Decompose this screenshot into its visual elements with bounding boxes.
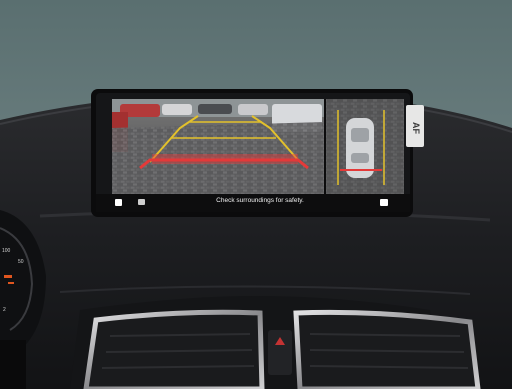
safety-warning-text: Check surroundings for safety.	[216, 197, 304, 204]
watermark: AF	[411, 122, 421, 134]
home-icon-shape	[115, 199, 122, 206]
car-dashboard-photo	[0, 0, 512, 389]
camera-toggle-icon-shape	[380, 199, 388, 206]
gauge-label: 50	[18, 259, 24, 265]
center-air-vents	[70, 296, 481, 389]
surround-view	[326, 99, 404, 194]
rear-camera-view	[112, 99, 324, 194]
camera-icon-shape	[138, 199, 145, 205]
hazard-button	[268, 330, 292, 375]
photo-scene: Check surroundings for safety. AF 100 50…	[0, 0, 512, 389]
gauge-label: 100	[2, 248, 11, 254]
gauge-label: 2	[3, 307, 6, 313]
